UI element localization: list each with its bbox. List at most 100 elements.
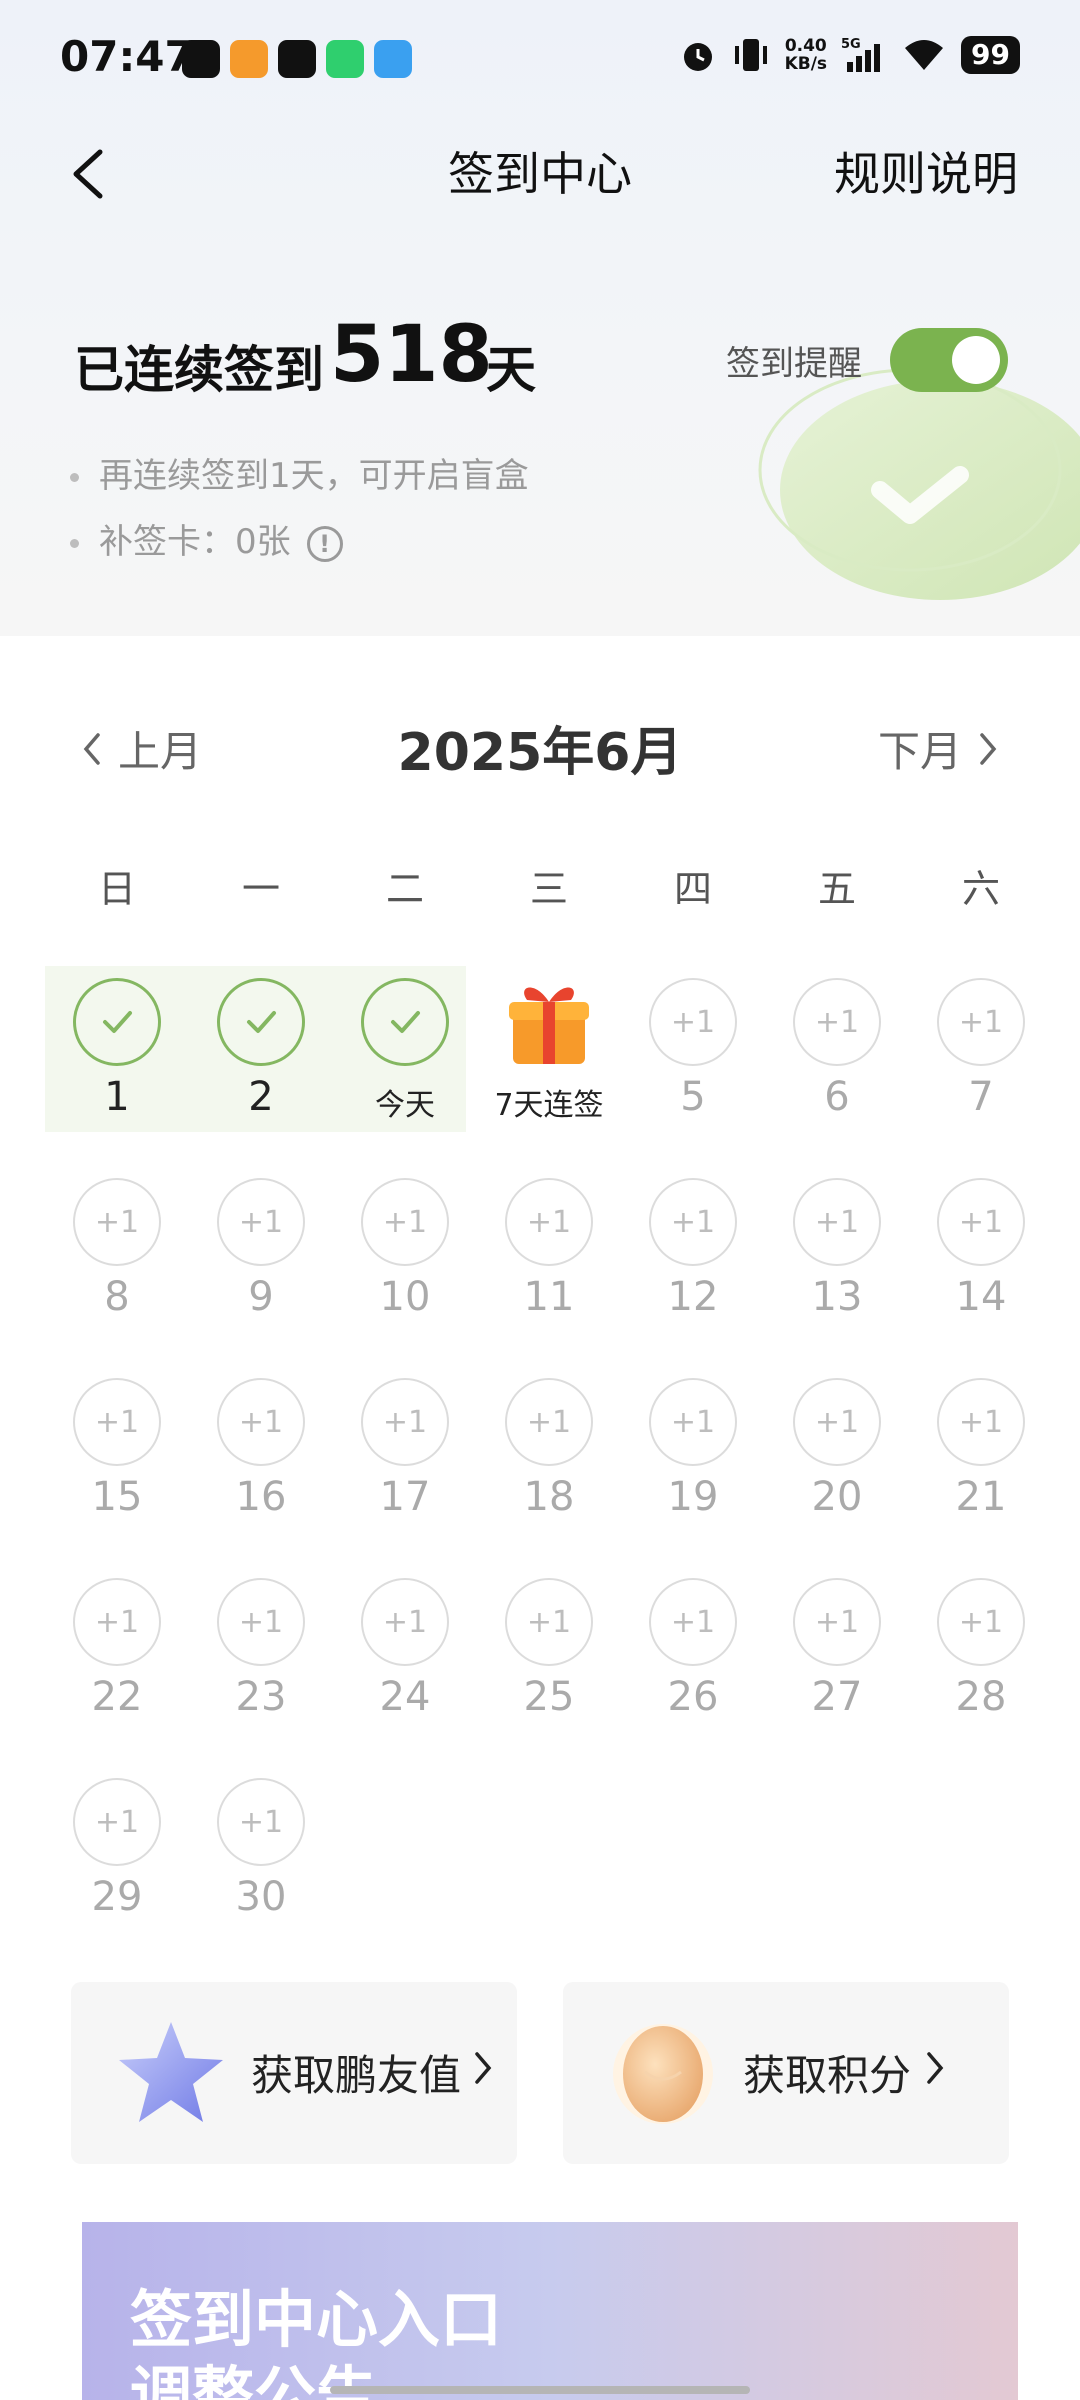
day-cell[interactable]: +1 10: [333, 1176, 477, 1326]
weekday-header: 日一二三四五六: [45, 858, 1053, 913]
day-cell[interactable]: +1 25: [477, 1576, 621, 1726]
day-label: 22: [91, 1674, 143, 1720]
day-cell[interactable]: 今天: [333, 976, 477, 1126]
friend-value-card[interactable]: 获取鹏友值: [71, 1982, 517, 2164]
day-label: 14: [955, 1274, 1007, 1320]
day-label: 25: [523, 1674, 575, 1720]
day-label: 24: [379, 1674, 431, 1720]
coin-icon: [613, 2024, 713, 2124]
day-cell[interactable]: +1 8: [45, 1176, 189, 1326]
plus-one-badge: +1: [793, 978, 881, 1066]
notification-icons: [182, 40, 412, 78]
rules-link[interactable]: 规则说明: [834, 144, 1018, 204]
points-card[interactable]: 获取积分: [563, 1982, 1009, 2164]
day-cell[interactable]: +1 18: [477, 1376, 621, 1526]
bullet-dot: [70, 539, 79, 548]
day-cell[interactable]: 7天连签: [477, 976, 621, 1126]
plus-one-badge: +1: [793, 1578, 881, 1666]
day-cell[interactable]: +1 24: [333, 1576, 477, 1726]
day-cell[interactable]: +1 11: [477, 1176, 621, 1326]
chevron-right-icon: [927, 2052, 944, 2084]
plus-one-badge: +1: [217, 1778, 305, 1866]
day-cell[interactable]: +1 6: [765, 976, 909, 1126]
wifi-icon: [905, 40, 944, 70]
reminder-toggle[interactable]: [890, 328, 1008, 392]
home-indicator[interactable]: [330, 2386, 750, 2394]
day-label: 21: [955, 1474, 1007, 1520]
battery-indicator: 99: [961, 36, 1020, 74]
day-cell[interactable]: +1 20: [765, 1376, 909, 1526]
capcut-icon: [278, 40, 316, 78]
plus-one-badge: +1: [793, 1378, 881, 1466]
cellular-signal-icon: 5G: [841, 37, 881, 72]
day-cell[interactable]: +1 9: [189, 1176, 333, 1326]
plus-one-badge: +1: [361, 1178, 449, 1266]
hint-makeup-card-text: 补签卡：0张: [99, 522, 291, 562]
streak-label: 已连续签到: [74, 341, 324, 399]
plus-one-badge: +1: [217, 1378, 305, 1466]
weekday-label: 一: [241, 867, 280, 911]
day-label: 7天连签: [494, 1088, 604, 1123]
paper-plane-icon: [374, 40, 412, 78]
info-icon[interactable]: !: [306, 525, 343, 562]
next-month-button[interactable]: 下月: [878, 718, 1000, 779]
tiktok-icon: [182, 40, 220, 78]
plus-one-badge: +1: [649, 1378, 737, 1466]
plus-one-badge: +1: [649, 1178, 737, 1266]
day-label: 27: [811, 1674, 863, 1720]
banner-text: 签到中心入口 调整公告: [130, 2282, 502, 2400]
streak-unit: 天: [486, 341, 536, 399]
vibrate-icon: [734, 39, 767, 71]
day-label: 6: [824, 1074, 850, 1120]
toggle-knob: [952, 336, 1000, 384]
hint-blind-box-text: 再连续签到1天，可开启盲盒: [99, 456, 529, 496]
day-label: 12: [667, 1274, 719, 1320]
day-label: 17: [379, 1474, 431, 1520]
day-cell[interactable]: +1 23: [189, 1576, 333, 1726]
plus-one-badge: +1: [937, 1178, 1025, 1266]
green-app-icon: [326, 40, 364, 78]
day-label: 19: [667, 1474, 719, 1520]
plus-one-badge: +1: [937, 978, 1025, 1066]
day-cell[interactable]: +1 12: [621, 1176, 765, 1326]
orange-app-icon: [230, 40, 268, 78]
day-label: 28: [955, 1674, 1007, 1720]
day-cell[interactable]: +1 19: [621, 1376, 765, 1526]
points-label: 获取积分: [743, 2051, 912, 2100]
plus-one-badge: +1: [73, 1378, 161, 1466]
day-cell[interactable]: 1: [45, 976, 189, 1126]
day-label: 10: [379, 1274, 431, 1320]
hint-makeup-card: 补签卡：0张!: [70, 514, 343, 563]
gift-box-icon[interactable]: [505, 976, 593, 1068]
header-area: 07:47 0.40 KB/s 5G 99 签到中心 规则说明 已连续签到 518…: [0, 0, 1080, 636]
system-status: 0.40 KB/s 5G 99: [679, 36, 1020, 74]
weekday-label: 二: [385, 867, 424, 911]
day-cell[interactable]: +1 14: [909, 1176, 1053, 1326]
day-cell[interactable]: +1 27: [765, 1576, 909, 1726]
checkmark-icon: [361, 978, 449, 1066]
clock: 07:47: [60, 32, 194, 81]
day-cell[interactable]: 2: [189, 976, 333, 1126]
day-cell[interactable]: +1 16: [189, 1376, 333, 1526]
day-cell[interactable]: +1 30: [189, 1776, 333, 1926]
day-label: 8: [104, 1274, 130, 1320]
day-cell[interactable]: +1 22: [45, 1576, 189, 1726]
chevron-right-icon: [475, 2052, 492, 2084]
reminder-label: 签到提醒: [726, 344, 862, 384]
plus-one-badge: +1: [649, 1578, 737, 1666]
plus-one-badge: +1: [793, 1178, 881, 1266]
day-cell[interactable]: +1 17: [333, 1376, 477, 1526]
day-cell[interactable]: +1 15: [45, 1376, 189, 1526]
day-label: 13: [811, 1274, 863, 1320]
plus-one-badge: +1: [505, 1378, 593, 1466]
announcement-banner[interactable]: 签到中心入口 调整公告: [82, 2222, 1018, 2400]
day-cell[interactable]: +1 13: [765, 1176, 909, 1326]
weekday-label: 六: [961, 867, 1000, 911]
day-cell[interactable]: +1 21: [909, 1376, 1053, 1526]
friend-value-label: 获取鹏友值: [251, 2051, 462, 2100]
day-cell[interactable]: +1 7: [909, 976, 1053, 1126]
day-cell[interactable]: +1 5: [621, 976, 765, 1126]
day-cell[interactable]: +1 28: [909, 1576, 1053, 1726]
day-cell[interactable]: +1 26: [621, 1576, 765, 1726]
day-cell[interactable]: +1 29: [45, 1776, 189, 1926]
